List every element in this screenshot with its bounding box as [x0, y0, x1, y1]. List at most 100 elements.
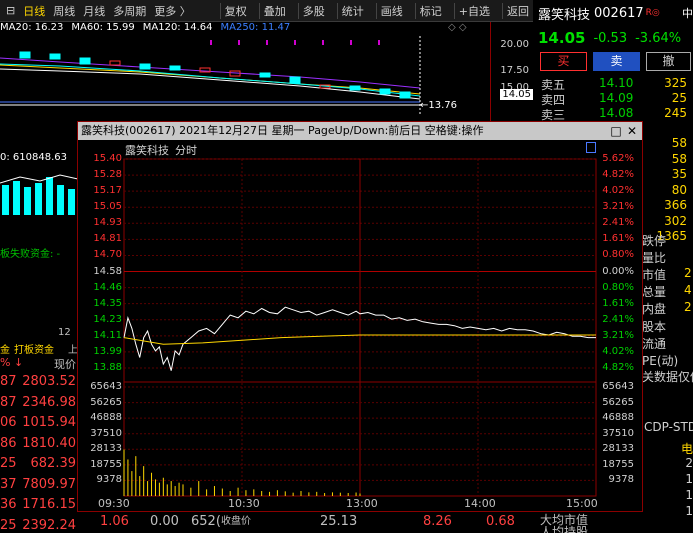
panel-toggle-icon[interactable] [586, 142, 596, 153]
period-tab-monthly[interactable]: 月线 [79, 3, 109, 19]
diamond-icons[interactable]: ◇ ◇ [448, 22, 467, 33]
price-tick-label: 15.28 [93, 169, 122, 181]
axis-tick: 12 [58, 327, 71, 338]
buy-button[interactable]: 买 [540, 52, 587, 71]
bottom-value: 1.06 [100, 514, 129, 529]
price-change-pct: -3.64% [635, 30, 682, 46]
sort-column[interactable]: % ↓ [0, 356, 23, 369]
price-tick-label: 13.99 [93, 345, 122, 357]
popup-titlebar[interactable]: 露笑科技(002617) 2021年12月27日 星期一 PageUp/Down… [78, 122, 642, 140]
stock-header: 露笑科技 002617 R◎ 中 [533, 0, 693, 26]
tool-overlay-button[interactable]: 叠加 [258, 2, 290, 19]
volume-label: 0: 610848.63 [0, 152, 67, 163]
candle [79, 57, 91, 65]
pct-tick-label: 2.41% [602, 313, 634, 325]
cancel-order-button[interactable]: 撤 [646, 52, 691, 71]
candle [19, 51, 31, 59]
price-tick-label: 14.35 [93, 297, 122, 309]
kline-chart[interactable] [0, 36, 490, 116]
intraday-popup-window[interactable]: 露笑科技(002617) 2021年12月27日 星期一 PageUp/Down… [77, 121, 643, 512]
tool-multistock-button[interactable]: 多股 [297, 2, 329, 19]
volume-tick-label: 56265 [90, 396, 122, 408]
candle [379, 88, 391, 95]
stock-list: 87 2803.52 87 2346.98 06 1015.94 86 1810.40 … [0, 374, 78, 533]
price-tick-label: 15.17 [93, 185, 122, 197]
ask-row[interactable]: 卖四 14.09 25 [533, 91, 693, 107]
pct-tick-label: 4.82% [602, 169, 634, 181]
list-row[interactable]: 25 2392.24 [0, 518, 78, 533]
ask-row[interactable]: 卖三 14.08 245 [533, 106, 693, 122]
signal-mark [294, 40, 296, 45]
tool-stats-button[interactable]: 统计 [336, 2, 368, 19]
price-tick-label: 14.58 [93, 265, 122, 277]
order-book-volumes: 58 58 35 80 366 302 1365 [640, 136, 693, 245]
price-tick-label: 14.70 [93, 249, 122, 261]
price-tick-label: 14.93 [93, 217, 122, 229]
time-tick-label: 14:00 [464, 497, 496, 510]
signal-mark [322, 40, 324, 45]
intraday-chart[interactable] [78, 156, 642, 511]
list-row[interactable]: 87 2803.52 [0, 374, 78, 395]
minimize-icon[interactable]: □ [608, 122, 624, 140]
current-price-tag: 14.05 [500, 89, 533, 100]
period-tab-multi[interactable]: 多周期 [109, 3, 150, 19]
volume-tick-label: 37510 [602, 427, 634, 439]
list-tabs: 金 打板资金 上 [0, 341, 78, 357]
last-price: 14.05 [538, 29, 586, 47]
bottom-value: 25.13 [320, 514, 358, 529]
list-row[interactable]: 86 1810.40 [0, 436, 78, 457]
price-column[interactable]: 现价 [54, 356, 76, 372]
book-volume: 58 [671, 136, 687, 150]
ma20-value: MA20: 16.23 [0, 22, 64, 33]
price-tick: 17.50 [500, 65, 529, 76]
pct-tick-label: 4.02% [602, 185, 634, 197]
signal-mark [210, 40, 212, 45]
menu-item-first[interactable]: ⊟ [2, 4, 19, 17]
list-row[interactable]: 06 1015.94 [0, 415, 78, 436]
price-tick-label: 14.23 [93, 313, 122, 325]
cdp-values: 电 2 1 1 1 [640, 440, 693, 520]
list-row[interactable]: 87 2346.98 [0, 395, 78, 416]
candle [139, 63, 151, 70]
order-book-asks: 卖五 14.10 325 卖四 14.09 25 卖三 14.08 245 [533, 76, 693, 122]
price-tick-label: 14.46 [93, 281, 122, 293]
price-change: -0.53 [593, 30, 628, 46]
pct-tick-label: 2.41% [602, 217, 634, 229]
volume-tick-label: 65643 [602, 381, 634, 392]
tool-adjust-button[interactable]: 复权 [219, 2, 251, 19]
signal-mark [350, 40, 352, 45]
period-tab-weekly[interactable]: 周线 [49, 3, 79, 19]
volume-tick-label: 46888 [602, 412, 634, 424]
list-row[interactable]: 25 682.39 [0, 456, 78, 477]
signal-mark [378, 40, 380, 45]
info-label: PE(动) [642, 354, 679, 368]
candle [349, 85, 361, 91]
info-row: 内盘 2 [642, 300, 692, 316]
tool-back-button[interactable]: 返回 [502, 2, 533, 19]
list-row[interactable]: 37 7809.97 [0, 477, 78, 498]
price-tick: 20.00 [500, 39, 529, 50]
cdp-value: 1 [685, 472, 693, 486]
close-icon[interactable]: ✕ [624, 122, 640, 140]
tool-mark-button[interactable]: 标记 [414, 2, 446, 19]
period-tab-more[interactable]: 更多 〉 [150, 3, 195, 19]
list-row[interactable]: 36 1716.15 [0, 497, 78, 518]
tool-draw-button[interactable]: 画线 [375, 2, 407, 19]
tab-board-funds[interactable]: 打板资金 [14, 341, 54, 357]
signal-mark [238, 40, 240, 45]
candle [259, 72, 271, 78]
sell-button[interactable]: 卖 [593, 52, 640, 71]
price-tick-label: 15.40 [93, 153, 122, 164]
price-tick-label: 14.81 [93, 233, 122, 245]
cdp-label[interactable]: CDP-STD [640, 420, 693, 434]
tab-funds[interactable]: 金 [0, 341, 14, 357]
pct-tick-label: 1.61% [602, 297, 634, 309]
candle [399, 91, 411, 99]
ma-indicator-line: MA20: 16.23 MA60: 15.99 MA120: 14.64 MA2… [0, 22, 490, 36]
tool-add-watchlist-button[interactable]: +自选 [453, 2, 494, 19]
avg-hold-label: 人均持股 [540, 525, 589, 533]
period-tab-daily[interactable]: 日线 [19, 3, 49, 19]
info-row: 量比 [642, 251, 667, 265]
low-price-marker: ←13.76 [420, 100, 458, 111]
ask-row[interactable]: 卖五 14.10 325 [533, 76, 693, 92]
